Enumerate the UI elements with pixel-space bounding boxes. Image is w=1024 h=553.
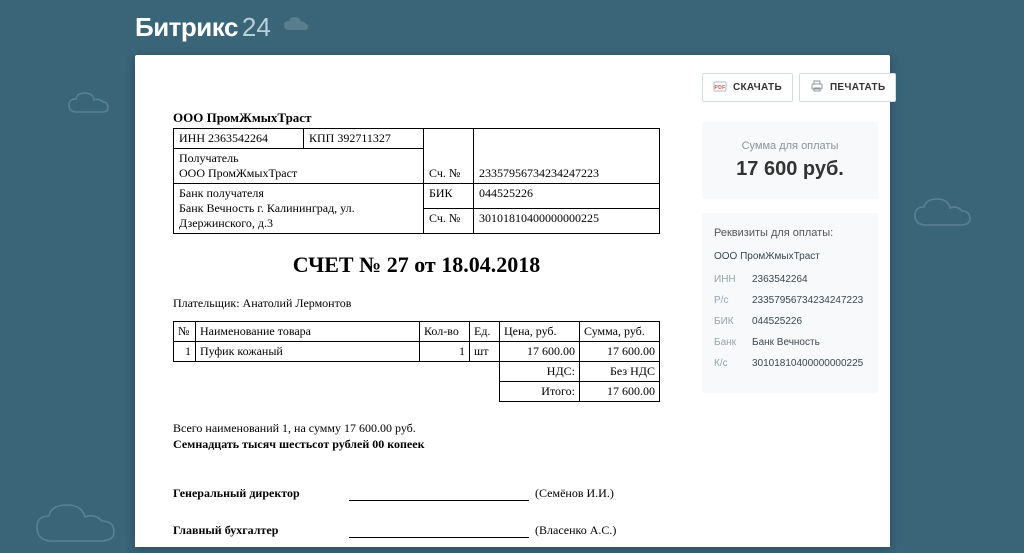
- acc-label: Сч. №: [424, 129, 474, 184]
- acc-value: 23357956734234247223: [474, 129, 660, 184]
- printer-icon: [810, 80, 824, 95]
- items-table: № Наименование товара Кол-во Ед. Цена, р…: [173, 321, 660, 402]
- signature-director: Генеральный директор (Семёнов И.И.): [173, 486, 660, 501]
- cloud-icon: [281, 16, 309, 39]
- logo-suffix: 24: [242, 12, 271, 43]
- invoice-document: ООО ПромЖмыхТраст ИНН 2363542264 КПП 392…: [135, 55, 690, 547]
- summary-block: Всего наименований 1, на сумму 17 600.00…: [173, 420, 660, 452]
- side-panel: PDF СКАЧАТЬ ПЕЧАТАТЬ Сумма для оплаты 17…: [690, 55, 890, 547]
- svg-text:PDF: PDF: [715, 85, 726, 91]
- app-header: Битрикс 24: [0, 0, 1024, 55]
- signature-accountant: Главный бухгалтер (Власенко А.С.): [173, 523, 660, 538]
- corr-label: Сч. №: [424, 209, 474, 234]
- payment-amount-box: Сумма для оплаты 17 600 руб.: [702, 122, 878, 199]
- requisites-table: ИНН 2363542264 КПП 392711327 Сч. № 23357…: [173, 128, 660, 234]
- requisites-panel: Реквизиты для оплаты: ООО ПромЖмыхТраст …: [702, 213, 878, 393]
- payer-line: Плательщик: Анатолий Лермонтов: [173, 296, 660, 311]
- table-row: 1 Пуфик кожаный 1 шт 17 600.00 17 600.00: [174, 342, 660, 362]
- payment-amount: 17 600 руб.: [712, 158, 868, 181]
- bank-cell: Банк получателя Банк Вечность г. Калинин…: [174, 184, 424, 234]
- print-button[interactable]: ПЕЧАТАТЬ: [799, 73, 897, 102]
- company-name: ООО ПромЖмыхТраст: [173, 110, 660, 126]
- logo-text: Битрикс: [135, 12, 238, 43]
- recipient-cell: Получатель ООО ПромЖмыхТраст: [174, 149, 424, 184]
- download-button[interactable]: PDF СКАЧАТЬ: [702, 73, 793, 102]
- bik-label: БИК: [424, 184, 474, 209]
- bik-value: 044525226: [474, 184, 660, 209]
- corr-value: 30101810400000000225: [474, 209, 660, 234]
- invoice-title: СЧЕТ № 27 от 18.04.2018: [173, 252, 660, 278]
- kpp-cell: КПП 392711327: [304, 129, 424, 149]
- document-sheet: ООО ПромЖмыхТраст ИНН 2363542264 КПП 392…: [135, 55, 890, 547]
- inn-cell: ИНН 2363542264: [174, 129, 304, 149]
- pdf-icon: PDF: [713, 80, 727, 95]
